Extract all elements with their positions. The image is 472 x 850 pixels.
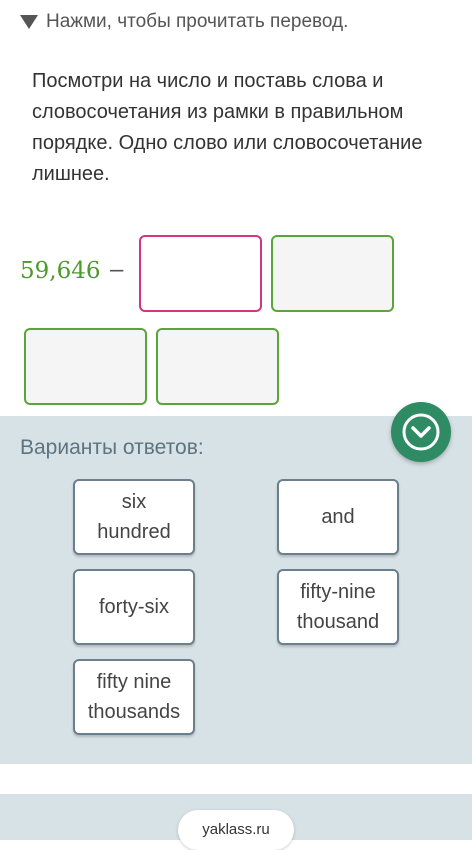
site-link[interactable]: yaklass.ru <box>178 810 294 850</box>
option-chip[interactable]: fifty-nine thousand <box>277 569 399 645</box>
option-chip-label: fifty nine thousands <box>87 671 181 723</box>
option-chip[interactable]: and <box>277 479 399 555</box>
answer-slot-3[interactable] <box>24 328 147 405</box>
task-dash: – <box>110 256 124 283</box>
answer-options-title: Варианты ответов: <box>20 436 204 459</box>
option-chip[interactable]: six hundred <box>73 479 195 555</box>
task-number: 59,646 <box>20 258 101 284</box>
option-chip-label: six hundred <box>97 491 171 543</box>
footer-divider <box>0 764 472 794</box>
answer-options-panel: Варианты ответов: six hundred and forty-… <box>0 402 472 764</box>
option-chip-label: and <box>321 506 355 528</box>
option-chip[interactable]: fifty nine thousands <box>73 659 195 735</box>
translation-toggle[interactable]: Нажми, чтобы прочитать перевод. <box>20 8 348 36</box>
footer-bar: yaklass.ru <box>0 794 472 850</box>
translation-toggle-label: Нажми, чтобы прочитать перевод. <box>46 11 349 32</box>
collapse-button[interactable] <box>391 402 451 462</box>
option-chip-label: fifty-nine thousand <box>296 581 380 633</box>
answer-slot-4[interactable] <box>156 328 279 405</box>
answer-slot-1[interactable] <box>139 235 262 312</box>
triangle-down-icon <box>20 15 38 29</box>
task-instructions: Посмотри на число и поставь слова и слов… <box>32 70 423 185</box>
answer-slot-2[interactable] <box>271 235 394 312</box>
option-chip-label: forty-six <box>99 596 169 618</box>
option-chip[interactable]: forty-six <box>73 569 195 645</box>
chevron-down-circle-icon <box>402 413 440 451</box>
